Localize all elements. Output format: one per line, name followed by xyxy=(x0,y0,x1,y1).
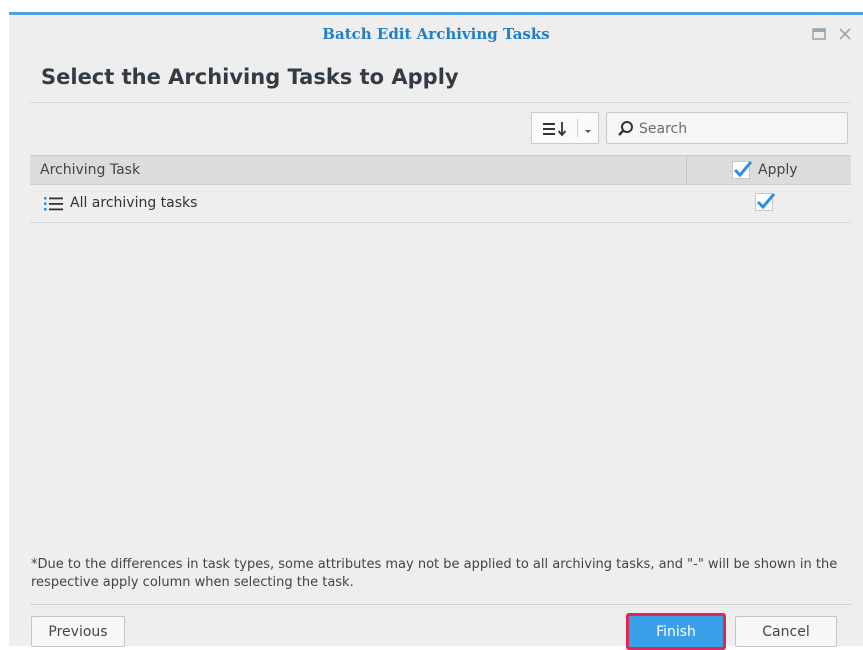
row-label: All archiving tasks xyxy=(70,195,198,211)
window-title: Batch Edit Archiving Tasks xyxy=(322,25,550,43)
maximize-icon[interactable] xyxy=(811,26,827,42)
chevron-down-icon[interactable] xyxy=(583,122,593,141)
apply-checkbox[interactable] xyxy=(755,193,776,211)
footnote: *Due to the differences in task types, s… xyxy=(31,557,838,590)
page-title: Select the Archiving Tasks to Apply xyxy=(41,65,459,89)
search-icon xyxy=(617,120,635,142)
column-separator xyxy=(686,156,687,184)
sort-icon xyxy=(543,121,569,141)
title-bar: Batch Edit Archiving Tasks xyxy=(9,15,863,57)
table-row[interactable]: All archiving tasks xyxy=(30,185,851,223)
sort-divider xyxy=(577,119,578,137)
select-all-checkbox[interactable] xyxy=(732,161,753,179)
cancel-button[interactable]: Cancel xyxy=(735,616,837,647)
list-icon xyxy=(44,196,64,216)
apply-column-label: Apply xyxy=(758,162,798,178)
close-icon[interactable] xyxy=(837,26,853,42)
column-header-apply: Apply xyxy=(732,161,798,179)
divider xyxy=(30,102,851,103)
grid-header: Archiving Task Apply xyxy=(30,155,851,185)
column-header-task[interactable]: Archiving Task xyxy=(40,162,140,178)
sort-button[interactable] xyxy=(531,112,599,144)
previous-button[interactable]: Previous xyxy=(31,616,125,647)
dialog-window: Batch Edit Archiving Tasks Select the Ar… xyxy=(9,12,863,650)
finish-button[interactable]: Finish xyxy=(626,613,726,650)
search-box xyxy=(606,112,848,144)
search-input[interactable] xyxy=(637,117,841,141)
divider xyxy=(30,604,851,605)
